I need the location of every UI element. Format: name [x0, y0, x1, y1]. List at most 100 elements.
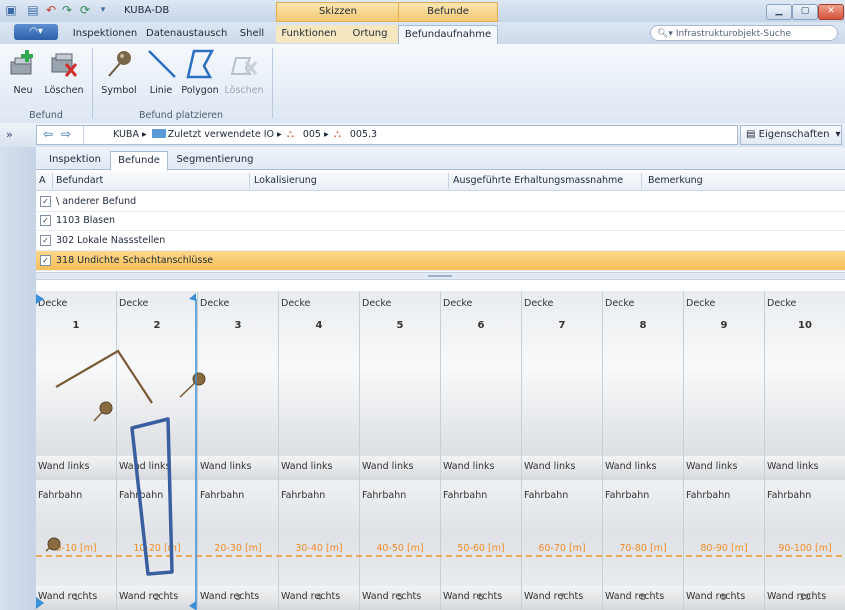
tab-inspektionen[interactable]: Inspektionen [70, 25, 140, 43]
undo-icon[interactable]: ↶ [44, 3, 58, 17]
segment-fahrbahn-label: Fahrbahn [524, 490, 569, 501]
line-button[interactable]: Linie [146, 48, 176, 96]
segment-column[interactable]: Decke 6 Wand links Fahrbahn 50-60 [m] 6 Wand r… [441, 291, 522, 610]
close-button[interactable]: ✕ [818, 4, 844, 20]
column-header-a[interactable]: A [39, 175, 46, 186]
new-button[interactable]: Neu [6, 48, 40, 96]
segment-column[interactable]: Decke 9 Wand links Fahrbahn 80-90 [m] 9 Wand r… [684, 291, 765, 610]
row-befundart: 302 Lokale Nassstellen [56, 235, 166, 246]
tab-inspektion[interactable]: Inspektion [40, 151, 110, 169]
segment-decke[interactable] [765, 291, 845, 456]
segment-range: 50-60 [m] [457, 543, 505, 554]
tab-ortung[interactable]: Ortung [342, 25, 398, 43]
chevron-right-icon: ▸ [141, 129, 150, 140]
segment-decke[interactable] [360, 291, 440, 456]
segment-decke[interactable] [603, 291, 683, 456]
segment-column[interactable]: Decke 3 Wand links Fahrbahn 20-30 [m] 3 Wand r… [198, 291, 279, 610]
segment-decke-label: Decke [38, 298, 68, 309]
refresh-icon[interactable]: ⟳ [78, 3, 92, 17]
quick-access-dropdown-icon[interactable]: ▾ [96, 3, 110, 17]
segment-wand-links-label: Wand links [524, 461, 576, 472]
table-row-selected[interactable]: ✓ 318 Undichte Schachtanschlüsse [36, 251, 845, 271]
chevron-right-icon: ▸ [324, 129, 332, 140]
column-separator[interactable] [448, 173, 449, 189]
group-label-befund-platzieren: Befund platzieren [138, 110, 224, 121]
segment-column[interactable]: Decke 2 Wand links Fahrbahn 10-20 [m] 2 Wand r… [117, 291, 198, 610]
segment-decke[interactable] [198, 291, 278, 456]
maximize-button[interactable]: ▢ [792, 4, 818, 20]
row-checkbox[interactable]: ✓ [40, 235, 51, 246]
tab-datenaustausch[interactable]: Datenaustausch [146, 25, 227, 43]
segment-wand-links-label: Wand links [38, 461, 90, 472]
polygon-button[interactable]: Polygon [178, 48, 222, 96]
row-checkbox[interactable]: ✓ [40, 215, 51, 226]
column-separator[interactable] [249, 173, 250, 189]
segment-decke[interactable] [36, 291, 116, 456]
symbol-button-label: Symbol [101, 85, 137, 96]
column-separator[interactable] [52, 173, 53, 189]
splitter-grip-icon[interactable] [428, 275, 452, 277]
delete-befund-button[interactable]: Löschen [42, 48, 86, 96]
row-checkbox[interactable]: ✓ [40, 196, 51, 207]
properties-button[interactable]: ▤ Eigenschaften ▾ [740, 125, 842, 145]
segment-decke[interactable] [684, 291, 764, 456]
breadcrumb-item-recent[interactable]: Zuletzt verwendete IO [168, 129, 274, 140]
segment-number: 4 [315, 320, 323, 331]
column-header-lokalisierung[interactable]: Lokalisierung [254, 175, 317, 186]
segment-column[interactable]: Decke 10 Wand links Fahrbahn 90-100 [m] 10 Wan… [765, 291, 845, 610]
detail-tabs: Inspektion Befunde Segmentierung [36, 147, 845, 171]
save-icon[interactable]: ▤ [26, 3, 40, 17]
tab-funktionen[interactable]: Funktionen [276, 25, 342, 43]
table-row[interactable]: ✓ 302 Lokale Nassstellen [36, 231, 845, 251]
segment-wand-rechts-label: Wand rechts [767, 591, 827, 602]
group-separator [272, 48, 273, 118]
breadcrumb-item-005-3[interactable]: 005.3 [350, 129, 377, 140]
symbol-button[interactable]: Symbol [96, 48, 142, 96]
column-header-bemerkung[interactable]: Bemerkung [648, 175, 703, 186]
segment-range: 80-90 [m] [700, 543, 748, 554]
segment-column[interactable]: Decke 8 Wand links Fahrbahn 70-80 [m] 8 Wand r… [603, 291, 684, 610]
forward-arrow-icon[interactable]: ⇨ [58, 128, 74, 142]
minimize-button[interactable]: ▁ [766, 4, 792, 20]
segment-column[interactable]: Decke 7 Wand links Fahrbahn 60-70 [m] 7 Wand r… [522, 291, 603, 610]
segment-column[interactable]: Decke 5 Wand links Fahrbahn 40-50 [m] 5 Wand r… [360, 291, 441, 610]
segment-decke[interactable] [441, 291, 521, 456]
segment-column[interactable]: Decke 1 Wand links Fahrbahn 0-10 [m] 1 Wand re… [36, 291, 117, 610]
table-row[interactable]: ✓ \ anderer Befund [36, 192, 845, 212]
segment-fahrbahn-label: Fahrbahn [38, 490, 83, 501]
group-separator [92, 48, 93, 118]
delete-placement-button[interactable]: Löschen [222, 48, 266, 96]
table-row[interactable]: ✓ 1103 Blasen [36, 211, 845, 231]
segment-decke[interactable] [522, 291, 602, 456]
segment-wand-rechts-label: Wand rechts [119, 591, 179, 602]
breadcrumb-item-kuba[interactable]: KUBA [113, 129, 139, 140]
tab-befundaufnahme[interactable]: Befundaufnahme [398, 25, 498, 44]
segment-number: 8 [639, 320, 647, 331]
polygon-icon [186, 49, 215, 79]
segment-fahrbahn-label: Fahrbahn [767, 490, 812, 501]
segment-range: 40-50 [m] [376, 543, 424, 554]
properties-icon: ▤ [746, 129, 759, 140]
row-befundart: 318 Undichte Schachtanschlüsse [56, 255, 214, 266]
column-header-erhaltungsmassnahme[interactable]: Ausgeführte Erhaltungsmassnahme [453, 175, 623, 186]
redo-icon[interactable]: ↷ [60, 3, 74, 17]
segment-fahrbahn-label: Fahrbahn [119, 490, 164, 501]
infrastructure-object-icon: ⛬ [286, 129, 294, 140]
breadcrumb-item-005[interactable]: 005 [303, 129, 321, 140]
tab-segmentierung[interactable]: Segmentierung [170, 151, 260, 169]
row-checkbox[interactable]: ✓ [40, 255, 51, 266]
segment-decke[interactable] [279, 291, 359, 456]
search-input[interactable]: 🔍︎▾ Infrastrukturobjekt-Suche [650, 25, 838, 41]
segment-decke[interactable] [117, 291, 197, 456]
infrastructure-object-icon: ⛬ [333, 129, 341, 140]
back-arrow-icon[interactable]: ⇦ [40, 128, 56, 142]
tunnel-schematic[interactable]: Decke 1 Wand links Fahrbahn 0-10 [m] 1 Wand re… [36, 291, 845, 610]
tab-shell[interactable]: Shell [232, 25, 272, 43]
column-header-befundart[interactable]: Befundart [56, 175, 103, 186]
expand-panel-icon[interactable]: » [6, 128, 13, 141]
delete-befund-icon [51, 53, 78, 77]
segment-column[interactable]: Decke 4 Wand links Fahrbahn 30-40 [m] 4 Wand r… [279, 291, 360, 610]
application-menu-button[interactable]: ◠▾ [14, 24, 58, 40]
tab-befunde[interactable]: Befunde [110, 151, 168, 171]
column-separator[interactable] [641, 173, 642, 189]
